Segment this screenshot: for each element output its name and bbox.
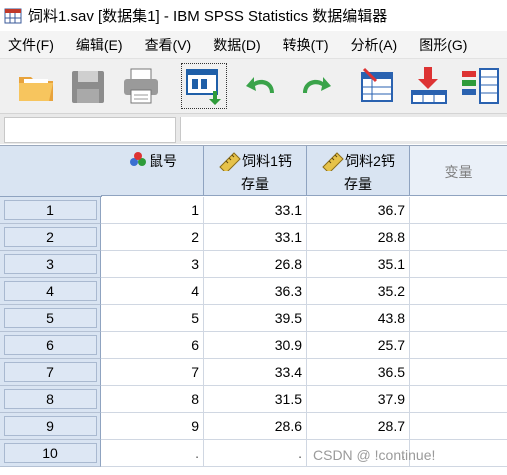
data-cell[interactable]: 35.1 [307, 251, 410, 278]
menu-bar: 文件(F) 编辑(E) 查看(V) 数据(D) 转换(T) 分析(A) 图形(G… [0, 31, 507, 59]
data-cell[interactable]: 25.7 [307, 332, 410, 359]
data-cell[interactable]: 37.9 [307, 386, 410, 413]
menu-analyze[interactable]: 分析(A) [351, 35, 398, 55]
undo-icon[interactable] [242, 65, 284, 107]
title-bar: 饲料1.sav [数据集1] - IBM SPSS Statistics 数据编… [0, 0, 507, 31]
data-cell[interactable]: 30.9 [204, 332, 307, 359]
row-header[interactable]: 2 [0, 224, 101, 251]
data-cell[interactable]: 36.7 [307, 197, 410, 224]
column-header-feed1-calcium[interactable]: 饲料1钙 存量 [204, 146, 307, 196]
menu-transform[interactable]: 转换(T) [283, 35, 329, 55]
column-label-line2: 存量 [344, 176, 372, 192]
row-number: 6 [46, 337, 54, 353]
spss-app-icon [4, 7, 22, 25]
row-number: 10 [42, 445, 58, 461]
print-icon[interactable] [120, 65, 162, 107]
row-header[interactable]: 5 [0, 305, 101, 332]
column-header-var[interactable]: 变量 [410, 146, 507, 196]
data-cell[interactable]: 7 [101, 359, 204, 386]
data-cell[interactable]: . [204, 440, 307, 467]
data-cell[interactable]: 1 [101, 197, 204, 224]
data-cell[interactable]: 33.1 [204, 224, 307, 251]
data-cell[interactable] [410, 332, 507, 359]
cell-reference-bar [0, 114, 507, 144]
menu-edit[interactable]: 编辑(E) [76, 35, 123, 55]
data-cell[interactable]: 36.3 [204, 278, 307, 305]
row-number: 8 [46, 391, 54, 407]
row-number: 2 [46, 229, 54, 245]
column-label: 饲料2钙 [345, 153, 395, 169]
menu-graphs[interactable]: 图形(G) [419, 35, 467, 55]
row-header[interactable]: 10 [0, 440, 101, 467]
row-number: 7 [46, 364, 54, 380]
data-cell[interactable] [410, 197, 507, 224]
row-header[interactable]: 9 [0, 413, 101, 440]
open-folder-icon[interactable] [16, 65, 58, 107]
row-header[interactable]: 3 [0, 251, 101, 278]
goto-case-icon[interactable] [356, 65, 398, 107]
watermark: CSDN @ !continue! [313, 447, 436, 463]
row-number: 9 [46, 418, 54, 434]
row-header[interactable]: 4 [0, 278, 101, 305]
data-cell[interactable]: 28.8 [307, 224, 410, 251]
menu-file[interactable]: 文件(F) [8, 35, 54, 55]
window-title: 饲料1.sav [数据集1] - IBM SPSS Statistics 数据编… [28, 8, 388, 25]
menu-view[interactable]: 查看(V) [145, 35, 192, 55]
grid-corner[interactable] [0, 146, 102, 197]
row-number: 5 [46, 310, 54, 326]
column-header-mouse-id[interactable]: 鼠号 [101, 146, 204, 196]
cell-name-box[interactable] [4, 117, 176, 143]
data-cell[interactable]: . [101, 440, 204, 467]
data-cell[interactable]: 5 [101, 305, 204, 332]
nominal-icon [127, 151, 149, 172]
data-cell[interactable]: 4 [101, 278, 204, 305]
row-number: 3 [46, 256, 54, 272]
data-cell[interactable]: 43.8 [307, 305, 410, 332]
data-cell[interactable] [410, 413, 507, 440]
data-cell[interactable] [410, 359, 507, 386]
variables-icon[interactable] [458, 65, 500, 107]
redo-icon[interactable] [293, 65, 335, 107]
data-cell[interactable]: 33.4 [204, 359, 307, 386]
row-header[interactable]: 7 [0, 359, 101, 386]
data-cell[interactable]: 28.6 [204, 413, 307, 440]
recall-dialog-icon[interactable] [181, 63, 227, 109]
scale-icon [218, 151, 242, 174]
menu-data[interactable]: 数据(D) [213, 35, 260, 55]
row-number: 1 [46, 202, 54, 218]
data-cell[interactable]: 9 [101, 413, 204, 440]
data-cell[interactable]: 33.1 [204, 197, 307, 224]
data-cell[interactable]: 31.5 [204, 386, 307, 413]
row-header[interactable]: 8 [0, 386, 101, 413]
data-cell[interactable]: 39.5 [204, 305, 307, 332]
column-label: 鼠号 [149, 153, 177, 169]
data-cell[interactable]: 6 [101, 332, 204, 359]
data-cell[interactable]: 35.2 [307, 278, 410, 305]
row-header[interactable]: 1 [0, 197, 101, 224]
data-cell[interactable]: 28.7 [307, 413, 410, 440]
data-grid: 鼠号 饲料1钙 存量 饲料2钙 存量 变量 1 1 33.1 36.7 2 2 … [0, 145, 507, 475]
data-cell[interactable]: 2 [101, 224, 204, 251]
data-cell[interactable]: 36.5 [307, 359, 410, 386]
data-cell[interactable]: 26.8 [204, 251, 307, 278]
goto-variable-icon[interactable] [408, 65, 450, 107]
column-header-feed2-calcium[interactable]: 饲料2钙 存量 [307, 146, 410, 196]
row-number: 4 [46, 283, 54, 299]
column-label-line2: 存量 [241, 176, 269, 192]
data-cell[interactable] [410, 305, 507, 332]
data-cell[interactable] [410, 386, 507, 413]
data-cell[interactable] [410, 251, 507, 278]
column-label: 变量 [444, 164, 473, 180]
row-header[interactable]: 6 [0, 332, 101, 359]
data-cell[interactable]: 3 [101, 251, 204, 278]
save-disk-icon[interactable] [68, 65, 110, 107]
column-label: 饲料1钙 [242, 153, 292, 169]
data-cell[interactable] [410, 278, 507, 305]
data-cell[interactable]: 8 [101, 386, 204, 413]
scale-icon [321, 151, 345, 174]
data-cell[interactable] [410, 224, 507, 251]
cell-value-box[interactable] [180, 117, 507, 141]
toolbar [0, 59, 507, 114]
